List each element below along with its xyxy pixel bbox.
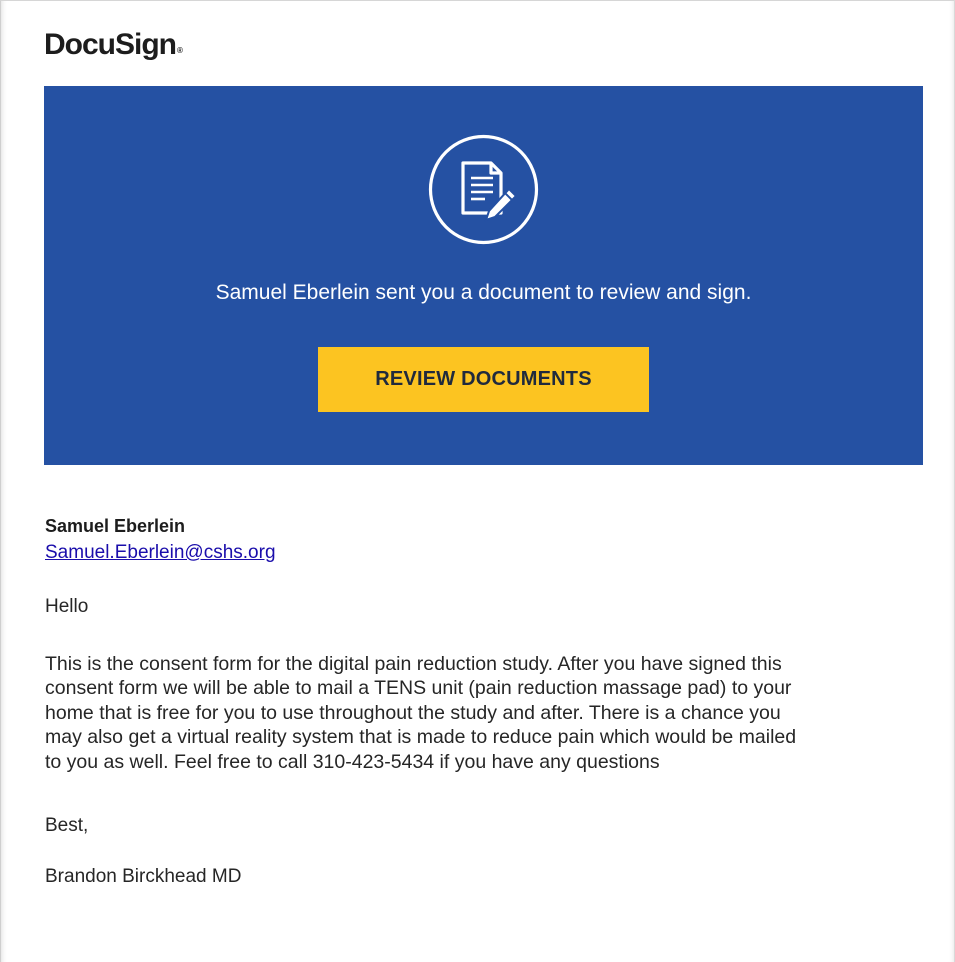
- email-frame: DocuSign® Samuel Eberlein sent you a doc…: [0, 0, 955, 962]
- notification-banner: Samuel Eberlein sent you a document to r…: [44, 86, 923, 465]
- banner-message: Samuel Eberlein sent you a document to r…: [215, 281, 752, 304]
- message-body: This is the consent form for the digital…: [45, 652, 930, 774]
- greeting-text: Hello: [45, 596, 89, 617]
- message-body-line: home that is free for you to use through…: [45, 701, 781, 724]
- logo-text: DocuSign: [44, 28, 177, 61]
- message-body-line: to you as well. Feel free to call 310-42…: [45, 750, 660, 773]
- signature-text: Brandon Birckhead MD: [45, 866, 242, 887]
- sender-email-link[interactable]: Samuel.Eberlein@cshs.org: [45, 541, 276, 565]
- document-sign-icon: [428, 134, 539, 245]
- docusign-logo: DocuSign®: [44, 27, 183, 63]
- signoff-text: Best,: [45, 815, 89, 836]
- message-body-line: consent form we will be able to mail a T…: [45, 677, 792, 700]
- review-documents-button[interactable]: REVIEW DOCUMENTS: [318, 347, 649, 412]
- message-body-line: This is the consent form for the digital…: [45, 653, 782, 675]
- message-body-line: may also get a virtual reality system th…: [45, 726, 797, 749]
- sender-name: Samuel Eberlein: [45, 516, 186, 536]
- trademark-symbol: ®: [177, 46, 183, 55]
